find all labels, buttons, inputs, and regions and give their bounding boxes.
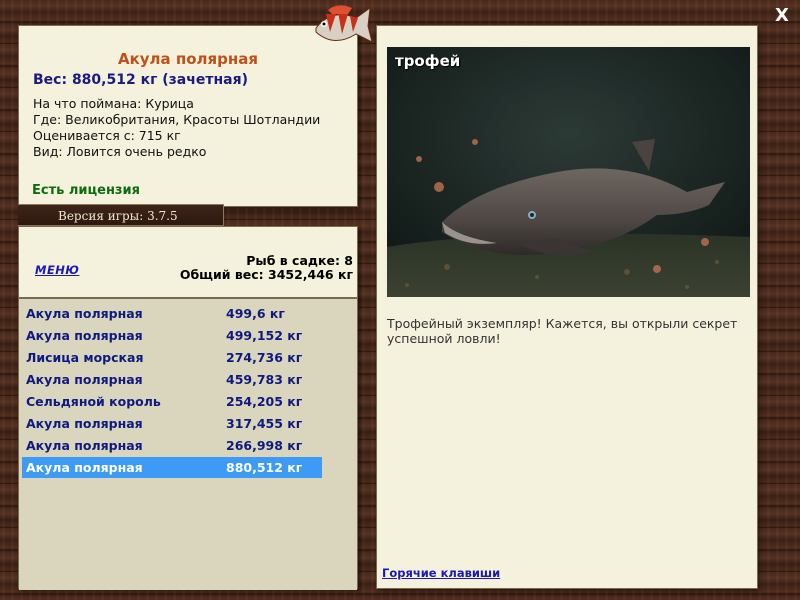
fish-species: Вид: Ловится очень редко [33,144,207,159]
catch-weight: 317,455 кг [226,416,303,431]
shark-image [387,47,750,297]
catch-name: Акула полярная [26,460,143,475]
catch-weight: 499,6 кг [226,306,285,321]
catch-weight: 266,998 кг [226,438,303,453]
catch-list-item[interactable]: Акула полярная 499,152 кг [22,325,322,346]
fish-title: Акула полярная [117,50,259,68]
catch-name: Сельдяной король [26,394,161,409]
catch-list-item[interactable]: Акула полярная 499,6 кг [22,303,322,324]
catch-name: Лисица морская [26,350,144,365]
catch-weight: 274,736 кг [226,350,303,365]
game-version: Версия игры: 3.7.5 [18,204,224,226]
catch-list-item[interactable]: Сельдяной король 254,205 кг [22,391,322,412]
catch-weight: 499,152 кг [226,328,303,343]
catch-name: Акула полярная [26,372,143,387]
trophy-panel: трофей Трофейный экземпляр! Кажется, вы … [376,25,758,589]
fish-info-panel: Акула полярная Вес: 880,512 кг (зачетная… [18,25,358,207]
catch-list-item[interactable]: Акула полярная 459,783 кг [22,369,322,390]
trophy-description: Трофейный экземпляр! Кажется, вы открыли… [387,316,738,346]
catch-list: Акула полярная 499,6 кг Акула полярная 499,… [19,297,357,590]
total-weight: Общий вес: 3452,446 кг [179,267,353,282]
catch-weight: 254,205 кг [226,394,303,409]
fish-count: Рыб в садке: 8 [246,253,353,268]
hotkeys-link[interactable]: Горячие клавиши [382,566,500,580]
catch-list-panel: МЕНЮ Рыб в садке: 8 Общий вес: 3452,446 … [18,226,358,590]
catch-name: Акула полярная [26,328,143,343]
catch-list-item[interactable]: Акула полярная 266,998 кг [22,435,322,456]
fish-weight: Вес: 880,512 кг (зачетная) [33,72,248,88]
shark-photo: трофей [387,47,750,297]
fish-bait: На что поймана: Курица [33,96,194,111]
menu-button[interactable]: МЕНЮ [35,263,79,277]
catch-name: Акула полярная [26,438,143,453]
fish-valued-from: Оценивается с: 715 кг [33,128,181,143]
catch-weight: 459,783 кг [226,372,303,387]
trophy-label: трофей [395,52,461,70]
catch-list-item[interactable]: Лисица морская 274,736 кг [22,347,322,368]
list-header: МЕНЮ Рыб в садке: 8 Общий вес: 3452,446 … [19,227,357,297]
catch-list-item[interactable]: Акула полярная 317,455 кг [22,413,322,434]
catch-weight: 880,512 кг [226,460,303,475]
catch-name: Акула полярная [26,416,143,431]
catch-list-item[interactable]: Акула полярная 880,512 кг [22,457,322,478]
close-button[interactable]: X [772,6,792,26]
license-status: Есть лицензия [32,183,140,198]
fish-logo-icon [315,5,373,43]
catch-name: Акула полярная [26,306,143,321]
fish-location: Где: Великобритания, Красоты Шотландии [33,112,321,127]
